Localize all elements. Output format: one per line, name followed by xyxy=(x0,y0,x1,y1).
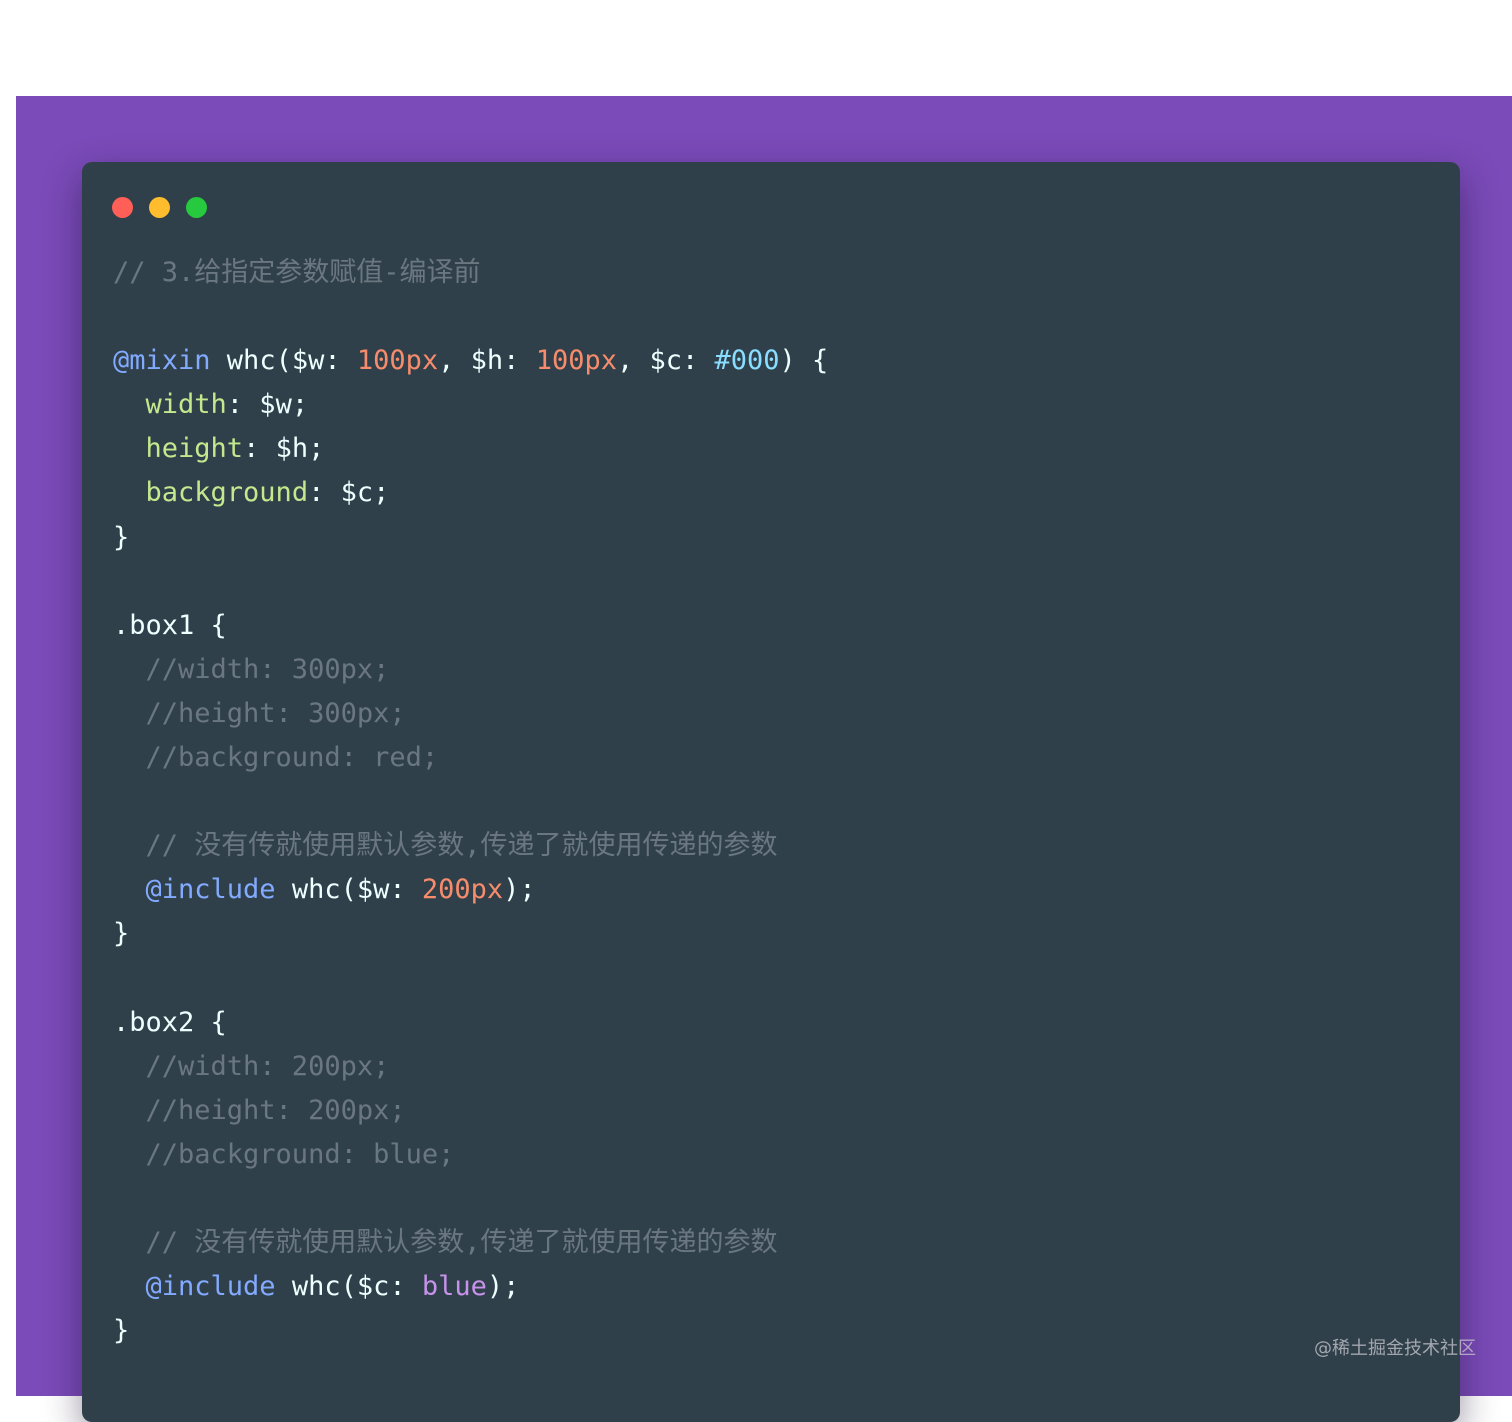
code-token: #000 xyxy=(715,345,780,376)
code-line: //background: red; xyxy=(113,736,828,780)
code-token xyxy=(113,433,146,464)
code-token: // 3.给指定参数赋值-编译前 xyxy=(113,257,481,288)
code-token xyxy=(113,389,146,420)
code-line: @mixin whc($w: 100px, $h: 100px, $c: #00… xyxy=(113,339,828,383)
minimize-dot-icon xyxy=(149,197,170,218)
maximize-dot-icon xyxy=(186,197,207,218)
code-token: // 没有传就使用默认参数,传递了就使用传递的参数 xyxy=(113,1227,778,1258)
code-line: @include whc($w: 200px); xyxy=(113,868,828,912)
code-token: //height: 200px; xyxy=(113,1095,406,1126)
code-token: @include xyxy=(146,874,276,905)
code-token: // 没有传就使用默认参数,传递了就使用传递的参数 xyxy=(113,830,778,861)
code-token: ); xyxy=(487,1271,520,1302)
code-token: , $c: xyxy=(617,345,715,376)
code-token: ); xyxy=(503,874,536,905)
code-token: background xyxy=(146,477,309,508)
code-line: // 没有传就使用默认参数,传递了就使用传递的参数 xyxy=(113,1221,828,1265)
code-token: 200px xyxy=(422,874,503,905)
code-token: whc($w: xyxy=(276,874,422,905)
code-token xyxy=(113,874,146,905)
code-line xyxy=(113,957,828,1001)
code-token: //width: 200px; xyxy=(113,1051,389,1082)
code-line xyxy=(113,560,828,604)
code-line: //height: 300px; xyxy=(113,692,828,736)
code-token: 100px xyxy=(536,345,617,376)
code-line: background: $c; xyxy=(113,471,828,515)
code-line: width: $w; xyxy=(113,383,828,427)
watermark: @稀土掘金技术社区 xyxy=(1314,1334,1476,1360)
close-dot-icon xyxy=(112,197,133,218)
code-line: //background: blue; xyxy=(113,1133,828,1177)
code-token xyxy=(113,1271,146,1302)
code-token: whc($w: xyxy=(211,345,357,376)
code-line: //width: 300px; xyxy=(113,648,828,692)
code-token: ) { xyxy=(780,345,829,376)
code-line xyxy=(113,1177,828,1221)
code-token: } xyxy=(113,918,129,949)
code-token: .box2 { xyxy=(113,1007,227,1038)
code-line xyxy=(113,295,828,339)
code-line: } xyxy=(113,912,828,956)
code-token: height xyxy=(146,433,244,464)
code-line: height: $h; xyxy=(113,427,828,471)
code-token: whc($c: xyxy=(276,1271,422,1302)
code-line xyxy=(113,780,828,824)
code-token: @include xyxy=(146,1271,276,1302)
code-token xyxy=(113,477,146,508)
code-token: } xyxy=(113,522,129,553)
code-token: //height: 300px; xyxy=(113,698,406,729)
code-token: //background: red; xyxy=(113,742,438,773)
code-line: //width: 200px; xyxy=(113,1045,828,1089)
code-token: //background: blue; xyxy=(113,1139,454,1170)
code-line: // 没有传就使用默认参数,传递了就使用传递的参数 xyxy=(113,824,828,868)
code-token: } xyxy=(113,1315,129,1346)
code-token: blue xyxy=(422,1271,487,1302)
code-token: 100px xyxy=(357,345,438,376)
code-line: //height: 200px; xyxy=(113,1089,828,1133)
code-token: , $h: xyxy=(438,345,536,376)
code-line: } xyxy=(113,1309,828,1353)
code-token: //width: 300px; xyxy=(113,654,389,685)
code-line: @include whc($c: blue); xyxy=(113,1265,828,1309)
code-token: : $h; xyxy=(243,433,324,464)
code-block: // 3.给指定参数赋值-编译前 @mixin whc($w: 100px, $… xyxy=(113,251,828,1353)
code-token: : $c; xyxy=(308,477,389,508)
code-line: .box2 { xyxy=(113,1001,828,1045)
code-token: width xyxy=(146,389,227,420)
code-line: // 3.给指定参数赋值-编译前 xyxy=(113,251,828,295)
code-token: : $w; xyxy=(227,389,308,420)
code-line: } xyxy=(113,516,828,560)
code-window: // 3.给指定参数赋值-编译前 @mixin whc($w: 100px, $… xyxy=(82,162,1460,1422)
code-token: @mixin xyxy=(113,345,211,376)
code-line: .box1 { xyxy=(113,604,828,648)
code-token: .box1 { xyxy=(113,610,227,641)
